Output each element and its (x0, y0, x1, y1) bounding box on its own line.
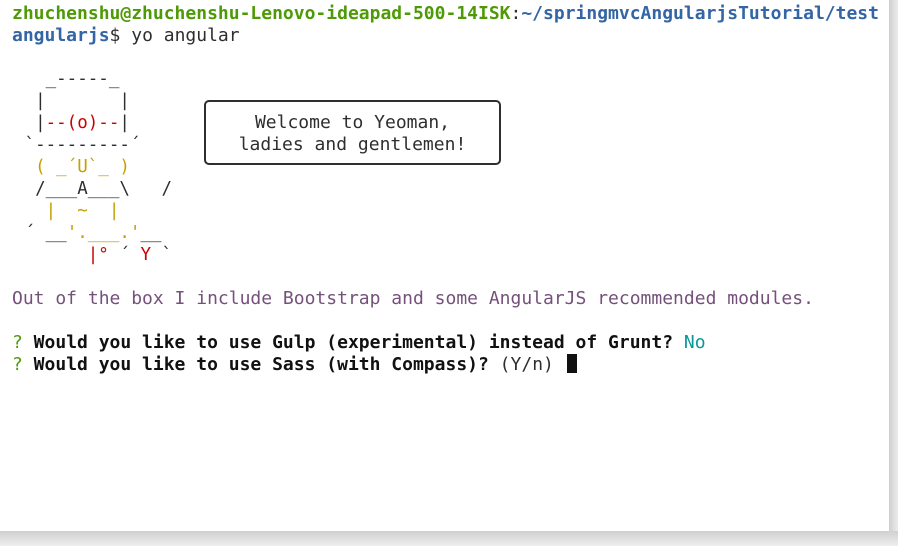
question-mark-icon: ? (12, 332, 23, 353)
speech-line-2: ladies and gentlemen! (238, 134, 467, 155)
prompt-line-1: zhuchenshu@zhuchenshu-Lenovo-ideapad-500… (12, 3, 879, 25)
prompt-line-2: angularjs$ yo angular (12, 25, 240, 47)
command-text: yo angular (120, 25, 240, 46)
yeoman-shoe: |° (66, 245, 109, 265)
yeoman-arms: /___A___\ / (14, 179, 173, 199)
question-text: Would you like to use Gulp (experimental… (22, 332, 674, 353)
question-text: Would you like to use Sass (with Compass… (22, 354, 489, 375)
yeoman-hat-band: |--(o)--| (14, 113, 130, 133)
window-edge-bottom (0, 531, 898, 546)
question-mark-icon: ? (12, 354, 23, 375)
yeoman-face: ( _´U`_ ) (14, 157, 130, 177)
prompt-symbol: $ (109, 25, 121, 46)
question-gulp: ? Would you like to use Gulp (experiment… (12, 332, 706, 354)
text-cursor[interactable] (566, 354, 577, 373)
terminal-window[interactable]: zhuchenshu@zhuchenshu-Lenovo-ideapad-500… (0, 0, 889, 531)
yeoman-legs: ´ __'.___.'__ (14, 223, 162, 243)
prompt-path-continued: angularjs (12, 25, 110, 46)
yeoman-belt: '.___.' (66, 223, 141, 243)
prompt-separator: : (510, 3, 522, 24)
yeoman-y-mark: Y (140, 245, 151, 265)
yeoman-hat-top: _-----_ (14, 69, 120, 89)
speech-line-1: Welcome to Yeoman, (254, 112, 451, 133)
yeoman-speech-bubble: Welcome to Yeoman, ladies and gentlemen! (204, 100, 501, 165)
yeoman-hat-brim: `---------´ (14, 135, 141, 155)
yeoman-eye: --(o)-- (45, 113, 120, 133)
question-answer: No (673, 332, 706, 353)
yeoman-body: | ~ | (14, 201, 120, 221)
question-options: (Y/n) (488, 354, 565, 375)
prompt-path: ~/springmvcAngularjsTutorial/test (521, 3, 879, 24)
window-edge-right (889, 0, 898, 546)
info-message: Out of the box I include Bootstrap and s… (12, 288, 814, 309)
yeoman-feet: |° ´ Y ` (66, 245, 173, 265)
yeoman-hat-sides: | | (14, 91, 130, 111)
question-sass: ? Would you like to use Sass (with Compa… (12, 354, 577, 376)
prompt-user-host: zhuchenshu@zhuchenshu-Lenovo-ideapad-500… (12, 3, 511, 24)
